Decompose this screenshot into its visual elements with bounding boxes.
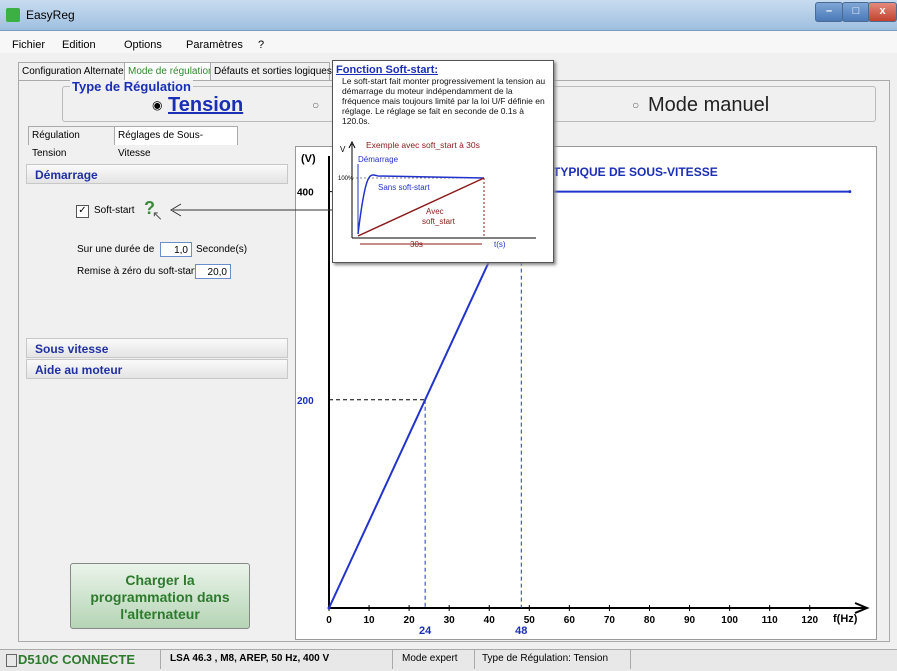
x-tick-label: 10 — [363, 615, 375, 626]
x-tick-label: 20 — [404, 615, 416, 626]
radio-tension-label[interactable]: Tension — [168, 94, 243, 117]
status-separator — [630, 650, 631, 669]
app-icon — [6, 8, 20, 22]
load-programming-button[interactable]: Charger la programmation dans l'alternat… — [70, 563, 250, 629]
menu-fichier[interactable]: Fichier — [12, 39, 45, 51]
x-tick-label: 60 — [564, 615, 576, 626]
tab-regulation-tension[interactable]: Régulation Tension — [28, 126, 118, 159]
status-model: LSA 46.3 , M8, AREP, 50 Hz, 400 V — [170, 653, 330, 664]
chart-title: TYPIQUE DE SOUS-VITESSE — [553, 165, 718, 179]
connection-icon — [6, 654, 17, 667]
tooltip-sans: Sans soft-start — [378, 183, 430, 192]
radio-manual-label[interactable]: Mode manuel — [648, 94, 769, 117]
radio-tension-icon[interactable]: ◉ — [152, 98, 162, 112]
tab-defauts-sorties[interactable]: Défauts et sorties logiques — [210, 62, 332, 81]
duration-label: Sur une durée de — [77, 244, 155, 255]
title-bar — [0, 0, 897, 31]
section-sous-vitesse[interactable]: Sous vitesse — [26, 338, 288, 358]
series-point — [327, 606, 331, 610]
tooltip-duration: 30s — [410, 240, 423, 249]
tooltip-100pct: 100% — [338, 176, 354, 182]
softstart-label: Soft-start — [94, 205, 135, 216]
load-button-line1: Charger la — [125, 572, 195, 588]
radio-other-icon[interactable]: ○ — [312, 98, 319, 112]
tooltip-v-label: V — [340, 145, 346, 154]
cursor-icon: ↖ — [152, 208, 163, 223]
softstart-diagram: Exemple avec soft_start à 30s V Démarrag… — [338, 140, 536, 249]
load-button-line2: programmation dans — [90, 589, 230, 605]
x-tick-label: 80 — [644, 615, 656, 626]
window-title: EasyReg — [26, 8, 75, 22]
guide-label: 24 — [419, 625, 432, 637]
menu-edition[interactable]: Edition — [62, 39, 96, 51]
tooltip-pointer-arrow — [170, 203, 333, 217]
tooltip-avec1: Avec — [426, 207, 444, 216]
duration-unit: Seconde(s) — [196, 244, 248, 255]
x-tick-label: 30 — [444, 615, 456, 626]
reset-label: Remise à zéro du soft-start — [77, 266, 198, 277]
section-aide-moteur[interactable]: Aide au moteur — [26, 359, 288, 379]
y-tick-label: 400 — [297, 188, 314, 199]
duration-input[interactable]: 1,0 — [160, 242, 192, 257]
regulation-type-title: Type de Régulation — [70, 79, 193, 94]
softstart-checkbox[interactable]: ✓ — [76, 205, 89, 218]
minimize-button[interactable]: – — [815, 2, 843, 22]
x-tick-label: 90 — [684, 615, 696, 626]
guide-label: 48 — [515, 625, 527, 637]
radio-manual-icon[interactable]: ○ — [632, 98, 639, 112]
x-tick-label: 0 — [326, 615, 332, 626]
y-tick-label: 200 — [297, 396, 314, 407]
tooltip-demarrage: Démarrage — [358, 155, 399, 164]
x-tick-label: 120 — [801, 615, 818, 626]
x-tick-label: 70 — [604, 615, 616, 626]
close-button[interactable]: x — [868, 2, 897, 22]
tooltip-title: Fonction Soft-start: — [336, 64, 439, 76]
section-demarrage[interactable]: Démarrage — [26, 164, 288, 184]
menu-help[interactable]: ? — [258, 39, 264, 51]
menu-options[interactable]: Options — [124, 39, 162, 51]
connection-status: D510C CONNECTE — [18, 652, 136, 667]
y-axis-label: (V) — [301, 153, 316, 165]
menu-parametres[interactable]: Paramètres — [186, 39, 243, 51]
status-regulation: Type de Régulation: Tension — [482, 653, 609, 664]
maximize-button[interactable]: □ — [842, 2, 870, 22]
status-mode: Mode expert — [402, 653, 458, 664]
status-separator — [160, 650, 161, 669]
x-tick-label: 40 — [484, 615, 496, 626]
status-separator — [392, 650, 393, 669]
tooltip-text: Le soft-start fait monter progressivemen… — [342, 76, 546, 126]
tooltip-t-label: t(s) — [494, 240, 506, 249]
x-tick-label: 100 — [721, 615, 738, 626]
tooltip-avec2: soft_start — [422, 217, 456, 226]
status-separator — [474, 650, 475, 669]
tooltip-example: Exemple avec soft_start à 30s — [366, 140, 480, 150]
x-tick-label: 110 — [762, 615, 779, 626]
load-button-line3: l'alternateur — [120, 606, 200, 622]
x-axis-label: f(Hz) — [833, 613, 858, 625]
tab-reglages-sous-vitesse[interactable]: Réglages de Sous-Vitesse — [114, 126, 238, 159]
reset-input[interactable]: 20,0 — [195, 264, 231, 279]
series-point — [848, 190, 852, 194]
